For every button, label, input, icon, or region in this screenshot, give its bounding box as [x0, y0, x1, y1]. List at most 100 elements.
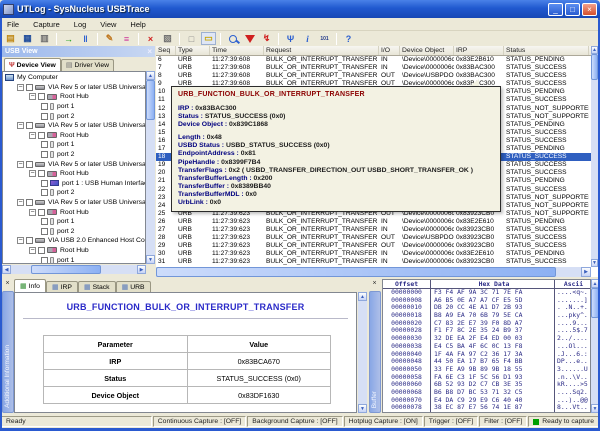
table-row[interactable]: 26URB11:27:39:623BULK_OR_INTERRUPT_TRANS… [156, 218, 591, 226]
table-row[interactable]: 8URB11:27:39:608BULK_OR_INTERRUPT_TRANSF… [156, 72, 591, 80]
tree-item[interactable]: −Root Hub [3, 169, 145, 179]
expand-minus-icon[interactable]: − [29, 247, 36, 254]
checkbox[interactable] [41, 180, 48, 187]
raw-view-icon[interactable]: 101 [317, 32, 332, 45]
expand-minus-icon[interactable]: − [29, 209, 36, 216]
save-log-icon[interactable]: ▦ [20, 32, 35, 45]
checkbox[interactable] [26, 84, 33, 91]
tree-item[interactable]: −VIA Rev 5 or later USB Universal Host C [3, 198, 145, 208]
table-row[interactable]: 30URB11:27:39:623BULK_OR_INTERRUPT_TRANS… [156, 250, 591, 258]
checkbox[interactable] [38, 93, 45, 100]
minimize-button[interactable]: _ [548, 3, 563, 16]
event-list-icon[interactable]: ≡ [119, 32, 134, 45]
expand-minus-icon[interactable]: − [29, 170, 36, 177]
tab-urb[interactable]: ▦URB [116, 281, 151, 292]
buffer-panel-close-icon[interactable]: × [369, 279, 380, 289]
checkbox[interactable] [41, 228, 48, 235]
usb-view-close-icon[interactable]: × [147, 48, 152, 56]
expand-minus-icon[interactable]: − [29, 132, 36, 139]
tab-driver-view[interactable]: ▤Driver View [61, 59, 114, 71]
table-row[interactable]: 31URB11:27:39:623BULK_OR_INTERRUPT_TRANS… [156, 258, 591, 266]
info-vertical-scrollbar[interactable]: ▲ ▼ [358, 292, 367, 413]
tab-stack[interactable]: ▦Stack [78, 281, 116, 292]
tree-item[interactable]: −VIA Rev 5 or later USB Universal Host C [3, 121, 145, 131]
tree-item[interactable]: port 2 [3, 188, 145, 198]
checkbox[interactable] [41, 189, 48, 196]
tree-vertical-scrollbar[interactable]: ▲ ▼ [146, 71, 155, 264]
start-capture-icon[interactable]: → [61, 32, 76, 45]
help-icon[interactable]: ? [341, 32, 356, 45]
menu-file[interactable]: File [0, 19, 26, 30]
column-header-request[interactable]: Request [264, 46, 379, 55]
tree-item[interactable]: −Root Hub [3, 246, 145, 256]
tree-item[interactable]: −VIA USB 2.0 Enhanced Host Controller [3, 236, 145, 246]
menu-log[interactable]: Log [67, 19, 94, 30]
table-row[interactable]: 7URB11:27:39:608BULK_OR_INTERRUPT_TRANSF… [156, 64, 591, 72]
hex-row[interactable]: 0000007838 EC 87 E7 56 74 1E 878...Vt.. [383, 404, 590, 412]
checkbox[interactable] [41, 257, 48, 264]
info-icon[interactable]: i [300, 32, 315, 45]
checkbox[interactable] [38, 247, 45, 254]
tab-device-view[interactable]: ΨDevice View [4, 58, 61, 71]
expand-minus-icon[interactable]: − [17, 199, 24, 206]
checkbox[interactable] [26, 199, 33, 206]
pause-capture-icon[interactable]: ‖ [78, 32, 93, 45]
tree-item[interactable]: port 1 [3, 140, 145, 150]
maximize-button[interactable]: □ [565, 3, 580, 16]
tree-item[interactable]: −Root Hub [3, 131, 145, 141]
table-row[interactable]: 28URB11:27:39:623BULK_OR_INTERRUPT_TRANS… [156, 234, 591, 242]
checkbox[interactable] [41, 141, 48, 148]
column-header-status[interactable]: Status [504, 46, 589, 55]
table-horizontal-scrollbar[interactable]: ▶ [156, 267, 591, 277]
buffer-side-tab[interactable]: Buffer [369, 291, 381, 413]
column-header-io[interactable]: I/O [379, 46, 400, 55]
filter-icon[interactable] [242, 32, 257, 45]
tree-item[interactable]: −Root Hub [3, 207, 145, 217]
tree-item[interactable]: port 2 [3, 227, 145, 237]
tree-item[interactable]: port 1 [3, 102, 145, 112]
checkbox[interactable] [41, 103, 48, 110]
tree-item[interactable]: My Computer [3, 73, 145, 83]
menu-capture[interactable]: Capture [26, 19, 67, 30]
edit-icon[interactable]: ✎ [102, 32, 117, 45]
checkbox[interactable] [41, 151, 48, 158]
print-icon[interactable]: ▧ [160, 32, 175, 45]
expand-minus-icon[interactable]: − [17, 161, 24, 168]
expand-minus-icon[interactable]: − [17, 84, 24, 91]
expand-minus-icon[interactable]: − [17, 237, 24, 244]
tab-info[interactable]: ▦Info [14, 279, 46, 292]
usb-view-toggle-icon[interactable]: Ψ [283, 32, 298, 45]
info-panel-close-icon[interactable]: × [2, 279, 13, 289]
checkbox[interactable] [38, 170, 45, 177]
checkbox[interactable] [26, 161, 33, 168]
column-header-seq[interactable]: Seq [156, 46, 176, 55]
tree-item[interactable]: port 1 : USB Human Interface D [3, 179, 145, 189]
tree-item[interactable]: port 1 [3, 217, 145, 227]
checkbox[interactable] [26, 237, 33, 244]
tree-item[interactable]: −Root Hub [3, 92, 145, 102]
table-row[interactable]: 29URB11:27:39:623BULK_OR_INTERRUPT_TRANS… [156, 242, 591, 250]
menu-help[interactable]: Help [123, 19, 152, 30]
checkbox[interactable] [38, 132, 45, 139]
tree-item[interactable]: port 2 [3, 150, 145, 160]
tree-item[interactable]: port 1 [3, 255, 145, 264]
column-header-time[interactable]: Time [210, 46, 264, 55]
menu-view[interactable]: View [93, 19, 123, 30]
tab-irp[interactable]: ▦IRP [46, 281, 78, 292]
tree-horizontal-scrollbar[interactable]: ◀ ▶ [2, 265, 146, 274]
checkbox[interactable] [41, 218, 48, 225]
trigger-icon[interactable]: ↯ [259, 32, 274, 45]
table-row[interactable]: 6URB11:27:39:608BULK_OR_INTERRUPT_TRANSF… [156, 56, 591, 64]
table-row[interactable]: 27URB11:27:39:623BULK_OR_INTERRUPT_TRANS… [156, 226, 591, 234]
tree-item[interactable]: −VIA Rev 5 or later USB Universal Host C [3, 159, 145, 169]
open-log-icon[interactable]: ▤ [3, 32, 18, 45]
column-header-irp[interactable]: IRP [454, 46, 504, 55]
close-button[interactable]: × [582, 3, 597, 16]
tree-item[interactable]: port 2 [3, 111, 145, 121]
table-vertical-scrollbar[interactable]: ▲ ▼ [591, 46, 598, 267]
tooltip-toggle-icon[interactable]: ▭ [201, 32, 216, 45]
checkbox[interactable] [26, 122, 33, 129]
additional-information-side-tab[interactable]: Additional Information [2, 291, 14, 413]
checkbox[interactable] [38, 209, 45, 216]
search-icon[interactable] [225, 32, 240, 45]
